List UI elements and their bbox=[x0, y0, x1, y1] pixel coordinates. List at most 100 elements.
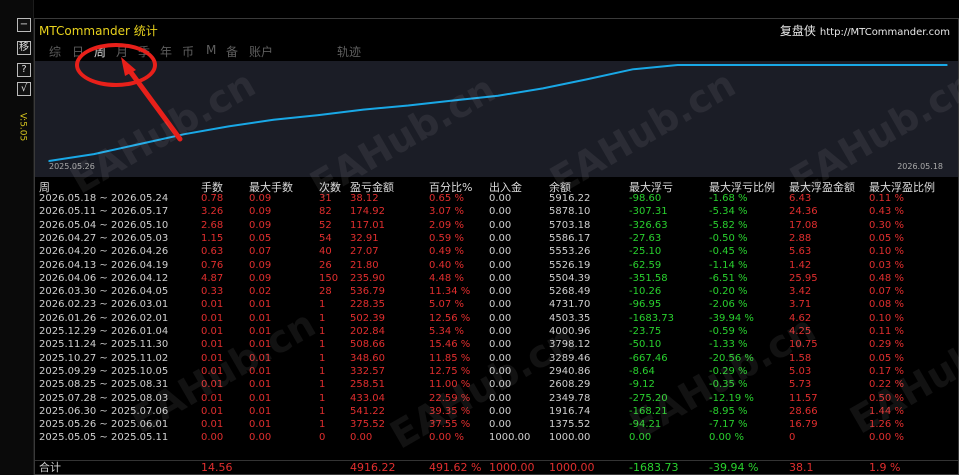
row-pnl: 332.57 bbox=[350, 365, 385, 377]
total-max-float-loss: -1683.73 bbox=[629, 461, 679, 474]
row-max-lots: 0.01 bbox=[249, 299, 272, 311]
row-pnl: 508.66 bbox=[350, 339, 385, 351]
row-max-float-loss: -96.95 bbox=[629, 299, 662, 311]
row-lots: 4.87 bbox=[201, 272, 224, 284]
table-row[interactable]: 2026.05.18 ~ 2026.05.24 0.78 0.09 31 38.12 0.… bbox=[35, 193, 958, 205]
row-week: 2025.09.29 ~ 2025.10.05 bbox=[39, 365, 169, 377]
row-max-float-profit: 6.43 bbox=[789, 193, 812, 204]
row-trades: 26 bbox=[319, 259, 332, 271]
row-max-float-loss: -94.21 bbox=[629, 419, 662, 431]
move-button[interactable]: 移 bbox=[17, 41, 31, 55]
row-lots: 0.76 bbox=[201, 259, 224, 271]
row-max-float-loss: -307.31 bbox=[629, 206, 668, 218]
table-row[interactable]: 2026.04.06 ~ 2026.04.12 4.87 0.09 150 235.90… bbox=[35, 273, 958, 285]
row-pct: 0.49 % bbox=[429, 246, 464, 258]
row-lots: 0.01 bbox=[201, 392, 224, 404]
row-max-float-profit: 5.63 bbox=[789, 246, 812, 258]
row-pct: 5.34 % bbox=[429, 326, 464, 337]
row-deposit: 0.00 bbox=[489, 232, 512, 244]
row-pct: 11.34 % bbox=[429, 286, 471, 298]
row-max-lots: 0.05 bbox=[249, 232, 272, 244]
row-max-float-profit: 17.08 bbox=[789, 219, 818, 231]
row-lots: 0.33 bbox=[201, 286, 224, 298]
table-row[interactable]: 2026.04.13 ~ 2026.04.19 0.76 0.09 26 21.80 0.… bbox=[35, 260, 958, 272]
total-lots: 14.56 bbox=[201, 461, 233, 474]
row-max-float-profit-pct: 0.30 % bbox=[869, 219, 904, 231]
row-lots: 0.01 bbox=[201, 379, 224, 391]
row-max-float-loss-pct: -0.59 % bbox=[709, 326, 748, 337]
row-max-float-loss-pct: -20.56 % bbox=[709, 352, 754, 364]
row-max-float-loss-pct: -1.68 % bbox=[709, 193, 748, 204]
row-max-float-loss: -10.26 bbox=[629, 286, 662, 298]
row-balance: 2349.78 bbox=[549, 392, 591, 404]
row-week: 2026.03.30 ~ 2026.04.05 bbox=[39, 286, 169, 298]
table-row[interactable]: 2025.10.27 ~ 2025.11.02 0.01 0.01 1 348.60 11… bbox=[35, 353, 958, 365]
row-balance: 3289.46 bbox=[549, 352, 591, 364]
row-max-float-loss: -1683.73 bbox=[629, 312, 674, 324]
row-lots: 0.63 bbox=[201, 246, 224, 258]
row-max-float-profit-pct: 1.44 % bbox=[869, 405, 904, 417]
row-max-float-loss-pct: -0.35 % bbox=[709, 379, 748, 391]
row-max-float-loss: -23.75 bbox=[629, 326, 662, 337]
minimize-button[interactable]: − bbox=[17, 18, 31, 32]
row-deposit: 0.00 bbox=[489, 379, 512, 391]
row-balance: 3798.12 bbox=[549, 339, 591, 351]
row-pct: 37.55 % bbox=[429, 419, 471, 431]
row-lots: 0.01 bbox=[201, 405, 224, 417]
table-row[interactable]: 2026.02.23 ~ 2026.03.01 0.01 0.01 1 228.35 5.… bbox=[35, 299, 958, 311]
row-pct: 0.59 % bbox=[429, 232, 464, 244]
table-row[interactable]: 2026.05.04 ~ 2026.05.10 2.68 0.09 52 117.01 2… bbox=[35, 220, 958, 232]
table-row[interactable]: 2025.05.05 ~ 2025.05.11 0.00 0.00 0 0.00 0.00… bbox=[35, 432, 958, 444]
row-week: 2026.01.26 ~ 2026.02.01 bbox=[39, 312, 169, 324]
row-deposit: 0.00 bbox=[489, 326, 512, 337]
row-lots: 0.01 bbox=[201, 419, 224, 431]
row-trades: 1 bbox=[319, 299, 326, 311]
row-balance: 2940.86 bbox=[549, 365, 591, 377]
confirm-button[interactable]: √ bbox=[17, 82, 31, 96]
table-row[interactable]: 2025.07.28 ~ 2025.08.03 0.01 0.01 1 433.04 22… bbox=[35, 393, 958, 405]
row-pnl: 202.84 bbox=[350, 326, 385, 337]
row-deposit: 0.00 bbox=[489, 339, 512, 351]
row-lots: 3.26 bbox=[201, 206, 224, 218]
row-max-float-profit: 5.03 bbox=[789, 365, 812, 377]
row-pnl: 235.90 bbox=[350, 272, 385, 284]
table-row[interactable]: 2026.03.30 ~ 2026.04.05 0.33 0.02 28 536.79 1… bbox=[35, 286, 958, 298]
table-row[interactable]: 2026.05.11 ~ 2026.05.17 3.26 0.09 82 174.92 3… bbox=[35, 206, 958, 218]
row-max-float-loss: -9.12 bbox=[629, 379, 655, 391]
row-deposit: 0.00 bbox=[489, 392, 512, 404]
table-row[interactable]: 2026.04.27 ~ 2026.05.03 1.15 0.05 54 32.91 0.… bbox=[35, 233, 958, 245]
row-week: 2025.05.05 ~ 2025.05.11 bbox=[39, 432, 169, 444]
row-trades: 0 bbox=[319, 432, 326, 444]
table-row[interactable]: 2025.06.30 ~ 2025.07.06 0.01 0.01 1 541.22 39… bbox=[35, 406, 958, 418]
row-balance: 5553.26 bbox=[549, 246, 591, 258]
total-deposit: 1000.00 bbox=[489, 461, 535, 474]
row-pct: 5.07 % bbox=[429, 299, 464, 311]
row-max-float-profit: 3.71 bbox=[789, 299, 812, 311]
row-max-float-loss: -275.20 bbox=[629, 392, 668, 404]
table-row[interactable]: 2025.09.29 ~ 2025.10.05 0.01 0.01 1 332.57 12… bbox=[35, 366, 958, 378]
row-trades: 1 bbox=[319, 365, 326, 377]
row-lots: 0.01 bbox=[201, 339, 224, 351]
total-max-float-profit: 38.1 bbox=[789, 461, 814, 474]
table-row[interactable]: 2025.05.26 ~ 2025.06.01 0.01 0.01 1 375.52 37… bbox=[35, 419, 958, 431]
total-label: 合计 bbox=[39, 461, 61, 474]
table-row[interactable]: 2026.04.20 ~ 2026.04.26 0.63 0.07 40 27.07 0.… bbox=[35, 246, 958, 258]
table-row[interactable]: 2025.11.24 ~ 2025.11.30 0.01 0.01 1 508.66 15… bbox=[35, 339, 958, 351]
row-max-float-loss: -27.63 bbox=[629, 232, 662, 244]
row-balance: 5504.39 bbox=[549, 272, 591, 284]
row-lots: 0.00 bbox=[201, 432, 224, 444]
row-week: 2026.04.20 ~ 2026.04.26 bbox=[39, 246, 169, 258]
row-max-float-profit: 1.42 bbox=[789, 259, 812, 271]
row-pct: 2.09 % bbox=[429, 219, 464, 231]
row-max-lots: 0.07 bbox=[249, 246, 272, 258]
table-row[interactable]: 2025.08.25 ~ 2025.08.31 0.01 0.01 1 258.51 11… bbox=[35, 379, 958, 391]
row-week: 2025.10.27 ~ 2025.11.02 bbox=[39, 352, 169, 364]
help-button[interactable]: ? bbox=[17, 63, 31, 77]
left-toolbar: − 移 ? √ V:5.05 bbox=[0, 0, 34, 475]
row-max-float-loss: -351.58 bbox=[629, 272, 668, 284]
row-max-float-profit: 25.95 bbox=[789, 272, 818, 284]
table-row[interactable]: 2026.01.26 ~ 2026.02.01 0.01 0.01 1 502.39 12… bbox=[35, 313, 958, 325]
row-max-float-profit-pct: 0.05 % bbox=[869, 352, 904, 364]
stats-panel: MTCommander 统计 复盘侠 http://MTCommander.com… bbox=[34, 18, 959, 475]
table-row[interactable]: 2025.12.29 ~ 2026.01.04 0.01 0.01 1 202.84 5.… bbox=[35, 326, 958, 338]
